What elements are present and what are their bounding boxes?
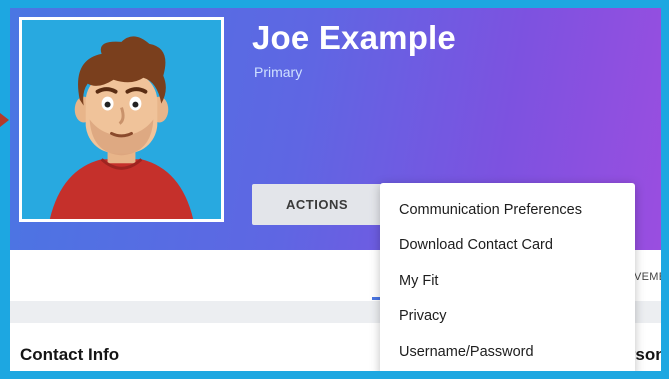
- menu-item-privacy[interactable]: Privacy: [380, 299, 635, 335]
- menu-item-username-password[interactable]: Username/Password: [380, 334, 635, 370]
- tab-partial[interactable]: VEME: [634, 271, 666, 283]
- contact-info-heading: Contact Info: [20, 345, 120, 364]
- profile-name: Joe Example: [252, 19, 456, 56]
- menu-item-download-contact-card[interactable]: Download Contact Card: [380, 228, 635, 264]
- profile-avatar[interactable]: [19, 17, 224, 222]
- actions-dropdown-menu: Communication Preferences Download Conta…: [380, 183, 635, 376]
- active-tab-indicator: [372, 297, 380, 300]
- actions-button[interactable]: ACTIONS: [252, 184, 382, 225]
- menu-item-my-fit[interactable]: My Fit: [380, 263, 635, 299]
- menu-item-communication-preferences[interactable]: Communication Preferences: [380, 192, 635, 228]
- profile-subtitle: Primary: [254, 64, 303, 80]
- pointer-arrow-icon: [0, 113, 9, 127]
- cartoon-man-avatar-icon: [22, 20, 221, 219]
